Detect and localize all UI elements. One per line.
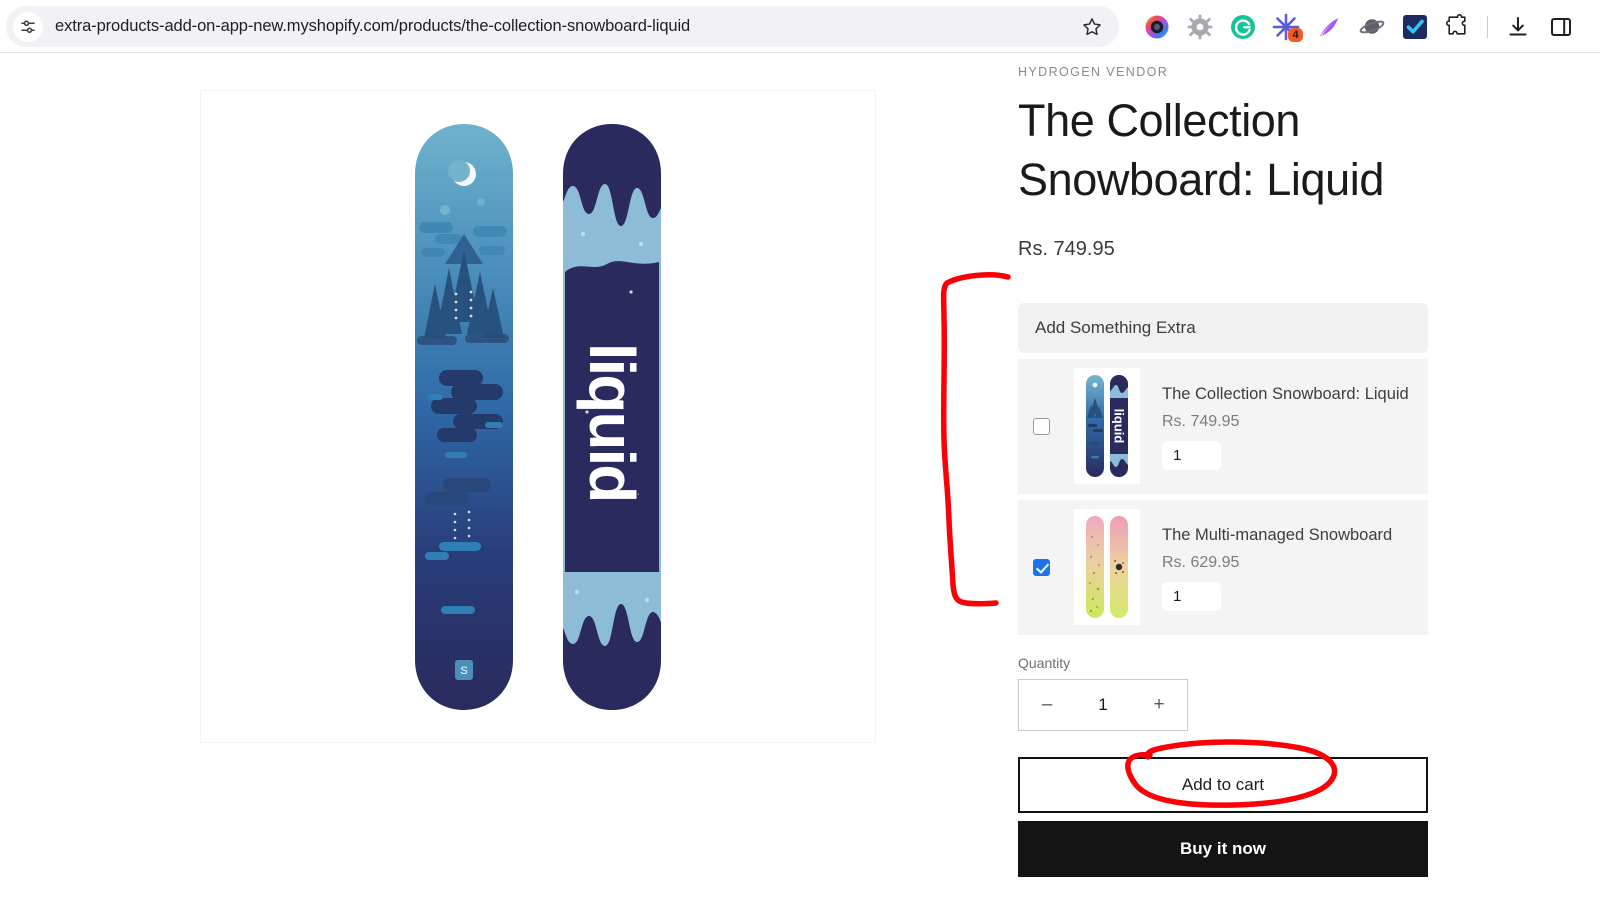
- addon-item[interactable]: liquid The Collection Snowboard: Liquid …: [1018, 358, 1428, 494]
- extensions-toolbar: 4: [1135, 0, 1582, 53]
- product-gallery[interactable]: S liquid: [200, 90, 876, 743]
- addon-quantity-input[interactable]: 1: [1162, 581, 1221, 611]
- svg-text:liquid: liquid: [1112, 409, 1127, 444]
- addon-checkbox-2[interactable]: [1022, 558, 1060, 576]
- addon-item-price: Rs. 629.95: [1162, 553, 1240, 571]
- thumb-snowboard-forest: [1086, 375, 1104, 478]
- thumb-snowboard-multimanaged-b: [1110, 516, 1128, 619]
- product-page: S liquid HYDROGEN VENDOR The Collection …: [0, 53, 1600, 900]
- side-panel-button[interactable]: [1539, 0, 1582, 53]
- grammarly-g-icon: [1230, 14, 1255, 39]
- side-panel-icon: [1550, 17, 1571, 36]
- snowboard-back-liquid-text: liquid: [563, 123, 661, 710]
- addon-item-price: Rs. 749.95: [1162, 412, 1240, 430]
- shopify-bag-logo: S: [455, 659, 473, 680]
- addon-widget-header: Add Something Extra: [1018, 302, 1428, 353]
- product-price: Rs. 749.95: [1018, 237, 1115, 260]
- ext-grammarly-icon[interactable]: [1221, 0, 1264, 53]
- ext-pen-quill-icon[interactable]: [1307, 0, 1350, 53]
- ext-camera-lens-icon[interactable]: [1135, 0, 1178, 53]
- svg-text:liquid: liquid: [576, 342, 648, 501]
- ext-puzzle-piece-icon[interactable]: [1436, 0, 1479, 53]
- camera-lens-icon: [1142, 12, 1171, 41]
- download-arrow-icon: [1509, 16, 1526, 35]
- pen-quill-icon: [1319, 17, 1338, 36]
- quantity-decrease-button[interactable]: –: [1037, 695, 1057, 714]
- address-bar[interactable]: extra-products-add-on-app-new.myshopify.…: [6, 6, 1119, 47]
- quantity-value[interactable]: 1: [1098, 695, 1107, 715]
- buy-it-now-button[interactable]: Buy it now: [1018, 820, 1428, 877]
- toolbar-divider: [1487, 15, 1488, 38]
- checkbox-checked-icon[interactable]: [1032, 558, 1050, 576]
- addon-quantity-input[interactable]: 1: [1162, 440, 1221, 470]
- site-settings-tune-icon[interactable]: [13, 11, 43, 42]
- add-something-extra-widget: Add Something Extra liquid The Collectio…: [1018, 302, 1428, 635]
- puzzle-piece-extensions-icon: [1446, 14, 1466, 35]
- addon-item-details-2: The Multi-managed Snowboard Rs. 629.95 1: [1162, 524, 1428, 611]
- thumb-snowboard-multimanaged-a: [1086, 516, 1104, 619]
- star-outline-icon: [1083, 17, 1101, 35]
- quantity-label: Quantity: [1018, 654, 1071, 671]
- addon-item-details-1: The Collection Snowboard: Liquid Rs. 749…: [1162, 383, 1428, 470]
- url-text[interactable]: extra-products-add-on-app-new.myshopify.…: [55, 17, 690, 36]
- addon-checkbox-1[interactable]: [1022, 417, 1060, 435]
- gear-icon: [1187, 14, 1212, 39]
- tune-sliders-icon: [21, 20, 35, 33]
- ext-gear-icon[interactable]: [1178, 0, 1221, 53]
- addon-thumbnail-2: [1074, 509, 1140, 626]
- checkbox-unchecked-icon[interactable]: [1032, 417, 1050, 435]
- bookmark-star-icon[interactable]: [1079, 14, 1105, 40]
- add-to-cart-button[interactable]: Add to cart: [1018, 756, 1428, 813]
- ext-blue-checkmark-icon[interactable]: [1393, 0, 1436, 53]
- addon-item-name: The Collection Snowboard: Liquid: [1162, 384, 1409, 403]
- downloads-button[interactable]: [1496, 0, 1539, 53]
- thumb-snowboard-liquid: liquid: [1110, 375, 1128, 478]
- product-image-snowboard-pair: S liquid: [388, 122, 688, 712]
- quantity-increase-button[interactable]: +: [1149, 695, 1169, 714]
- planet-icon: [1359, 18, 1384, 34]
- quantity-stepper[interactable]: – 1 +: [1018, 678, 1188, 731]
- page-title: The Collection Snowboard: Liquid: [1018, 95, 1384, 206]
- ext-planet-icon[interactable]: [1350, 0, 1393, 53]
- blue-checkmark-icon: [1402, 14, 1427, 39]
- ext-badge-count: 4: [1288, 28, 1303, 42]
- browser-toolbar: extra-products-add-on-app-new.myshopify.…: [0, 0, 1600, 53]
- snowboard-front-forest: S: [415, 123, 513, 710]
- svg-text:S: S: [460, 665, 467, 677]
- product-vendor: HYDROGEN VENDOR: [1018, 65, 1169, 79]
- ext-burst-sparkle-icon[interactable]: 4: [1264, 0, 1307, 53]
- addon-thumbnail-1: liquid: [1074, 368, 1140, 485]
- product-info-column: HYDROGEN VENDOR The Collection Snowboard…: [1018, 53, 1438, 877]
- addon-item[interactable]: The Multi-managed Snowboard Rs. 629.95 1: [1018, 499, 1428, 635]
- addon-item-name: The Multi-managed Snowboard: [1162, 525, 1393, 544]
